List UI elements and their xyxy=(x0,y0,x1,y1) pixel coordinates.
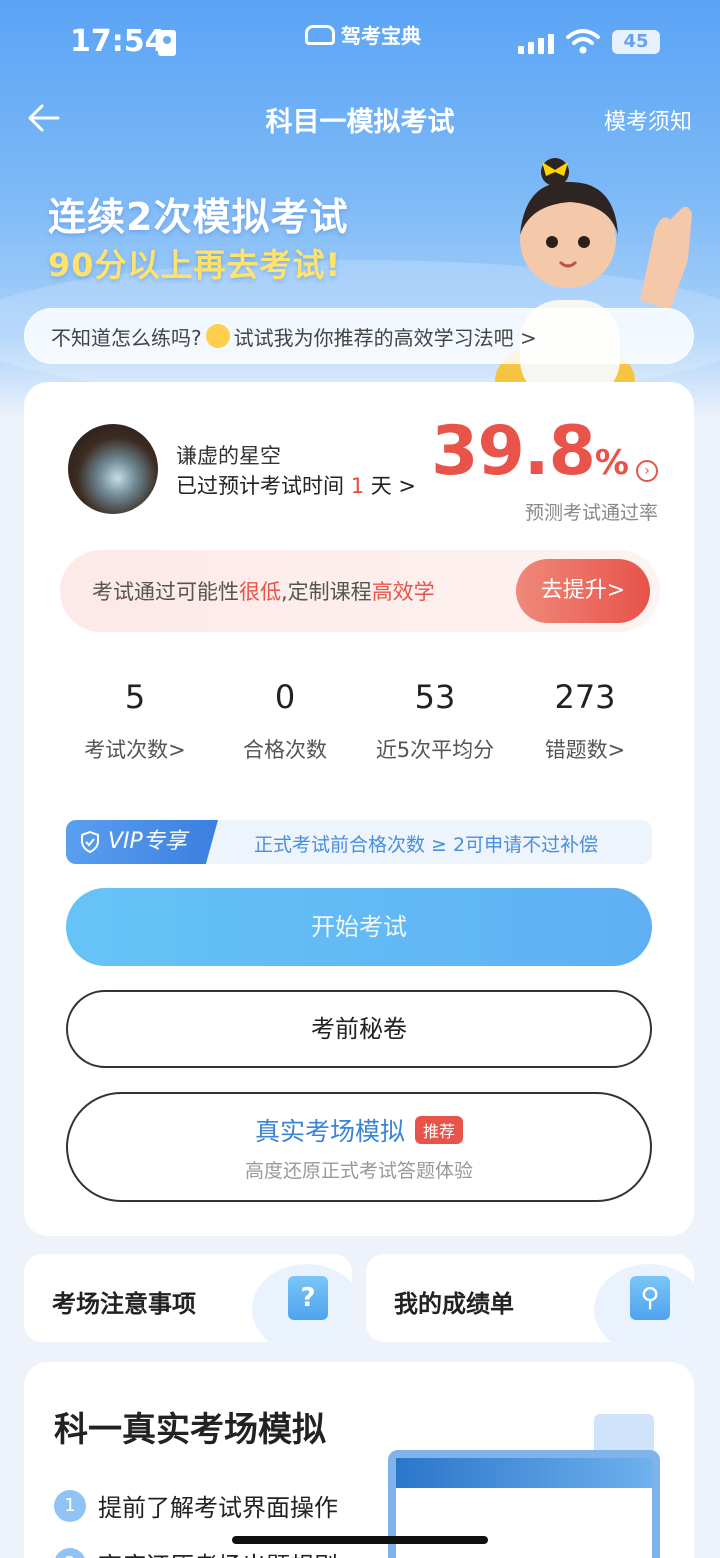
real-exam-title: 真实考场模拟 xyxy=(254,1117,405,1146)
pass-likelihood-banner: 考试通过可能性很低,定制课程高效学 去提升> xyxy=(60,550,660,632)
shield-check-icon xyxy=(81,831,99,853)
tip-text-suffix: 试试我为你推荐的高效学习法吧 > xyxy=(233,325,537,350)
exam-screen-header xyxy=(396,1458,652,1488)
list-item: 2 高度还原考场出题规则 xyxy=(54,1546,338,1558)
home-indicator xyxy=(232,1536,488,1544)
recommended-badge: 推荐 xyxy=(415,1116,464,1144)
tip-text-prefix: 不知道怎么练吗? xyxy=(51,325,202,350)
list-item: 1 提前了解考试界面操作 xyxy=(54,1488,338,1523)
stat-value: 53 xyxy=(414,678,456,716)
stat-label: 错题数> xyxy=(544,738,626,762)
stat-average-score: 53 近5次平均分 xyxy=(360,678,510,764)
exam-date-days: 1 xyxy=(350,474,365,498)
study-method-tip[interactable]: 不知道怎么练吗? 试试我为你推荐的高效学习法吧 > xyxy=(24,308,694,364)
stat-label: 考试次数> xyxy=(84,738,186,762)
banner-text-4: 高效学 xyxy=(371,580,435,604)
hero-headline: 连续2次模拟考试 xyxy=(48,195,349,239)
pass-rate-number: 39.8 xyxy=(431,412,596,491)
banner-text-3: ,定制课程 xyxy=(281,580,372,604)
score-report-label: 我的成绩单 xyxy=(394,1290,514,1318)
exam-summary-card: 谦虚的星空 已过预计考试时间 1 天 > 39.8% › 预测考试通过率 考试通… xyxy=(24,382,694,1236)
vip-compensation-banner[interactable]: VIP专享 正式考试前合格次数 ≥ 2可申请不过补偿 xyxy=(66,820,652,864)
smile-emoji-icon xyxy=(205,324,230,348)
avatar[interactable] xyxy=(68,424,158,514)
status-bar: 17:54 驾考宝典 45 xyxy=(0,0,720,84)
start-exam-button[interactable]: 开始考试 xyxy=(66,888,652,966)
real-exam-title-row: 真实考场模拟 推荐 xyxy=(68,1112,650,1148)
chevron-right-icon[interactable]: › xyxy=(636,460,658,482)
stat-wrong-count[interactable]: 273 错题数> xyxy=(510,678,660,764)
real-exam-intro-card: 科一真实考场模拟 1 提前了解考试界面操作 2 高度还原考场出题规则 xyxy=(24,1362,694,1558)
exam-date-status[interactable]: 已过预计考试时间 1 天 > xyxy=(176,470,416,500)
contact-card-icon xyxy=(158,30,176,56)
pass-rate-value[interactable]: 39.8% xyxy=(431,412,629,491)
wifi-icon xyxy=(566,29,600,54)
exam-notes-label: 考场注意事项 xyxy=(52,1290,196,1318)
stat-pass-count: 0 合格次数 xyxy=(210,678,360,764)
exam-date-suffix: 天 > xyxy=(364,474,417,498)
section-title: 科一真实考场模拟 xyxy=(54,1410,326,1450)
real-exam-subtitle: 高度还原正式考试答题体验 xyxy=(244,1160,473,1182)
list-number: 1 xyxy=(54,1489,86,1522)
list-number: 2 xyxy=(54,1547,86,1558)
car-icon xyxy=(305,24,335,45)
pass-rate-unit: % xyxy=(594,443,629,483)
exam-date-prefix: 已过预计考试时间 xyxy=(176,474,351,498)
brand-label: 驾考宝典 xyxy=(341,24,421,48)
stat-exam-count[interactable]: 5 考试次数> xyxy=(60,678,210,764)
battery-icon: 45 xyxy=(612,30,660,54)
search-doc-icon: ⚲ xyxy=(630,1276,670,1320)
secret-paper-button[interactable]: 考前秘卷 xyxy=(66,990,652,1068)
exam-notice-link[interactable]: 模考须知 xyxy=(604,104,692,136)
exam-stats: 5 考试次数> 0 合格次数 53 近5次平均分 273 错题数> xyxy=(24,678,694,764)
stat-value: 5 xyxy=(124,678,146,716)
stat-value: 0 xyxy=(274,678,296,716)
hero-subheadline: 90分以上再去考试! xyxy=(48,246,342,284)
vip-tag: VIP专享 xyxy=(66,820,218,864)
user-name: 谦虚的星空 xyxy=(176,444,281,468)
app-brand: 驾考宝典 xyxy=(305,20,421,49)
list-text: 提前了解考试界面操作 xyxy=(98,1494,338,1522)
banner-text-1: 考试通过可能性 xyxy=(92,580,239,604)
banner-text-2: 很低 xyxy=(239,580,281,604)
cellular-signal-icon xyxy=(518,34,554,54)
status-time: 17:54 xyxy=(70,24,166,59)
stat-label: 合格次数 xyxy=(243,738,327,762)
stat-label: 近5次平均分 xyxy=(375,738,495,762)
vip-tag-label: VIP专享 xyxy=(108,829,187,854)
question-doc-icon: ? xyxy=(288,1276,328,1320)
real-exam-simulation-button[interactable]: 真实考场模拟 推荐 高度还原正式考试答题体验 xyxy=(66,1092,652,1202)
exam-notes-card[interactable]: 考场注意事项 ? xyxy=(24,1254,352,1342)
pass-rate-label: 预测考试通过率 xyxy=(524,502,658,524)
list-text: 高度还原考场出题规则 xyxy=(98,1546,338,1558)
score-report-card[interactable]: 我的成绩单 ⚲ xyxy=(366,1254,694,1342)
stat-value: 273 xyxy=(554,678,616,716)
banner-text: 考试通过可能性很低,定制课程高效学 xyxy=(92,576,435,606)
vip-description: 正式考试前合格次数 ≥ 2可申请不过补偿 xyxy=(254,834,599,856)
improve-button[interactable]: 去提升> xyxy=(516,559,650,623)
